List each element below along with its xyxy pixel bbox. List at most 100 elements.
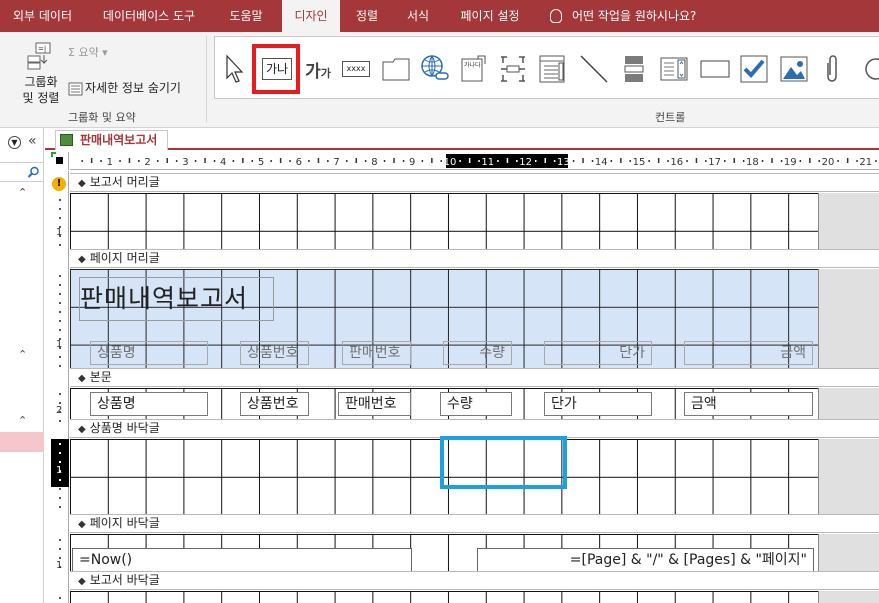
select-arrow-icon[interactable] <box>217 45 251 93</box>
document-tab[interactable]: 판매내역보고서 <box>55 130 169 150</box>
tab-database-tools[interactable]: 데이터베이스 도구 <box>86 0 212 32</box>
section-bar-detail[interactable]: ◆ 본문 <box>70 368 879 387</box>
ribbon-divider <box>206 36 207 122</box>
ruler-tick <box>128 158 131 163</box>
page-header-section[interactable]: 판매내역보고서 상품명 상품번호 판매번호 수량 단가 금액 <box>70 269 879 368</box>
button-control-icon[interactable]: xxxx <box>339 45 373 93</box>
web-browser-control-icon[interactable]: 가나다 <box>457 45 491 93</box>
attachment-icon[interactable] <box>817 45 847 93</box>
now-expression-box[interactable]: =Now() <box>72 548 412 572</box>
hyperlink-icon[interactable] <box>418 45 452 93</box>
header-label-product-no[interactable]: 상품번호 <box>240 341 309 365</box>
hide-details-icon <box>68 82 83 95</box>
vertical-ruler-tick <box>59 356 61 358</box>
check-box-icon[interactable] <box>737 45 771 93</box>
report-design-canvas[interactable]: ◆ 보고서 머리글 ◆ 페이지 머리글 판매내역보고서 상품명 상품번호 판매번호 … <box>70 171 879 603</box>
toggle-button-icon[interactable] <box>617 45 651 93</box>
tab-arrange[interactable]: 정렬 <box>343 0 391 32</box>
nav-chevron-up-icon[interactable]: ⌃ <box>18 348 27 361</box>
section-bar-page-footer[interactable]: ◆ 페이지 바닥글 <box>70 514 879 533</box>
rectangle-icon[interactable] <box>698 45 732 93</box>
ruler-tick <box>346 160 348 162</box>
tab-design[interactable]: 디자인 <box>282 0 340 32</box>
report-title-label[interactable]: 판매내역보고서 <box>79 277 274 321</box>
horizontal-ruler[interactable]: 1 2 3 4 5 6 7 8 9 10 11 12 13 14 15 16 17 18 19 20 21 <box>70 152 879 170</box>
field-amount[interactable]: 금액 <box>684 392 813 416</box>
ruler-tick <box>232 160 235 162</box>
nav-dropdown-icon[interactable]: ▼ <box>8 136 21 149</box>
vertical-ruler[interactable]: 1 1 2 1 1 ! <box>51 171 69 603</box>
section-bar-report-footer[interactable]: ◆ 보고서 바닥글 <box>70 571 879 590</box>
ruler-tick <box>204 158 206 163</box>
field-product-no[interactable]: 상품번호 <box>240 392 309 416</box>
ruler-label: 19 <box>784 157 797 168</box>
totals-button[interactable]: Σ 요약 ▾ <box>68 44 108 60</box>
vertical-ruler-tick <box>59 548 61 550</box>
ruler-tick <box>648 160 650 162</box>
tell-me-box[interactable]: 어떤 작업을 원하시나요? <box>550 0 696 32</box>
vertical-ruler-tick <box>59 302 61 304</box>
ruler-label: 12 <box>519 157 532 168</box>
more-controls-icon[interactable] <box>855 45 879 93</box>
ruler-label: 7 <box>333 157 339 168</box>
nav-chevron-up-icon[interactable]: ⌃ <box>18 186 27 199</box>
report-selector[interactable] <box>51 152 69 170</box>
group-sort-icon: =| <box>26 40 56 72</box>
vertical-ruler-tick <box>59 461 61 463</box>
nav-search-box[interactable] <box>0 162 44 182</box>
tell-me-text: 어떤 작업을 원하시나요? <box>572 9 697 23</box>
header-label-sale-no[interactable]: 판매번호 <box>342 341 411 365</box>
ruler-tick <box>81 160 83 162</box>
line-control-icon[interactable] <box>577 45 611 93</box>
nav-collapse-icon[interactable]: « <box>28 133 37 149</box>
header-label-amount[interactable]: 금액 <box>684 341 813 365</box>
warning-icon[interactable]: ! <box>52 177 66 191</box>
tab-external-data[interactable]: 외부 데이터 <box>0 0 85 32</box>
navigation-control-icon[interactable] <box>496 45 530 93</box>
option-group-icon[interactable] <box>535 45 569 93</box>
vertical-ruler-label: 1 <box>56 227 63 238</box>
header-label-product-name[interactable]: 상품명 <box>90 341 208 365</box>
ruler-label: 17 <box>708 157 721 168</box>
vertical-ruler-tick <box>59 365 61 367</box>
ruler-tick <box>355 158 357 163</box>
field-quantity[interactable]: 수량 <box>440 392 512 416</box>
field-product-name[interactable]: 상품명 <box>90 392 208 416</box>
report-footer-section[interactable] <box>70 591 879 603</box>
lightbulb-icon <box>550 8 562 23</box>
ruler-tick <box>393 158 395 163</box>
page-footer-section[interactable]: =Now() =[Page] & "/" & [Pages] & "페이지" <box>70 534 879 572</box>
field-unit-price[interactable]: 단가 <box>544 392 652 416</box>
search-icon <box>27 166 39 178</box>
tab-control-icon[interactable] <box>379 45 413 93</box>
vertical-ruler-tick <box>59 293 61 295</box>
text-box-icon[interactable]: 가가 <box>301 45 335 93</box>
out-of-page-area <box>818 591 879 603</box>
tab-page-setup[interactable]: 페이지 설정 <box>447 0 533 32</box>
report-header-section[interactable] <box>70 193 879 250</box>
nav-chevron-up-icon[interactable]: ⌃ <box>18 414 27 427</box>
section-bar-page-header[interactable]: ◆ 페이지 머리글 <box>70 249 879 268</box>
field-sale-no[interactable]: 판매번호 <box>338 392 411 416</box>
section-bar-report-header[interactable]: ◆ 보고서 머리글 <box>70 173 879 192</box>
image-icon[interactable] <box>777 45 811 93</box>
tab-help[interactable]: 도움말 <box>215 0 277 32</box>
header-label-unit-price[interactable]: 단가 <box>544 341 652 365</box>
tab-format[interactable]: 서식 <box>392 0 444 32</box>
ruler-label: 10 <box>444 157 457 168</box>
hide-details-button[interactable]: 자세한 정보 숨기기 <box>68 79 181 96</box>
ruler-label: 13 <box>557 157 570 168</box>
list-box-icon[interactable] <box>657 45 691 93</box>
header-label-quantity[interactable]: 수량 <box>443 341 512 365</box>
section-label: 페이지 바닥글 <box>89 516 160 530</box>
page-expression-box[interactable]: =[Page] & "/" & [Pages] & "페이지" <box>477 548 814 572</box>
ruler-tick <box>809 158 811 163</box>
ruler-tick <box>846 158 849 163</box>
nav-selected-item[interactable] <box>0 432 44 452</box>
vertical-ruler-tick <box>59 275 61 277</box>
group-and-sort-button[interactable]: =| 그룹화 및 정렬 <box>20 40 62 106</box>
ruler-tick <box>440 160 442 162</box>
navigation-pane: ▼ « ⌃ ⌃ ⌃ <box>0 128 44 603</box>
ruler-tick <box>544 158 546 163</box>
group-sort-label-2: 및 정렬 <box>22 91 60 105</box>
